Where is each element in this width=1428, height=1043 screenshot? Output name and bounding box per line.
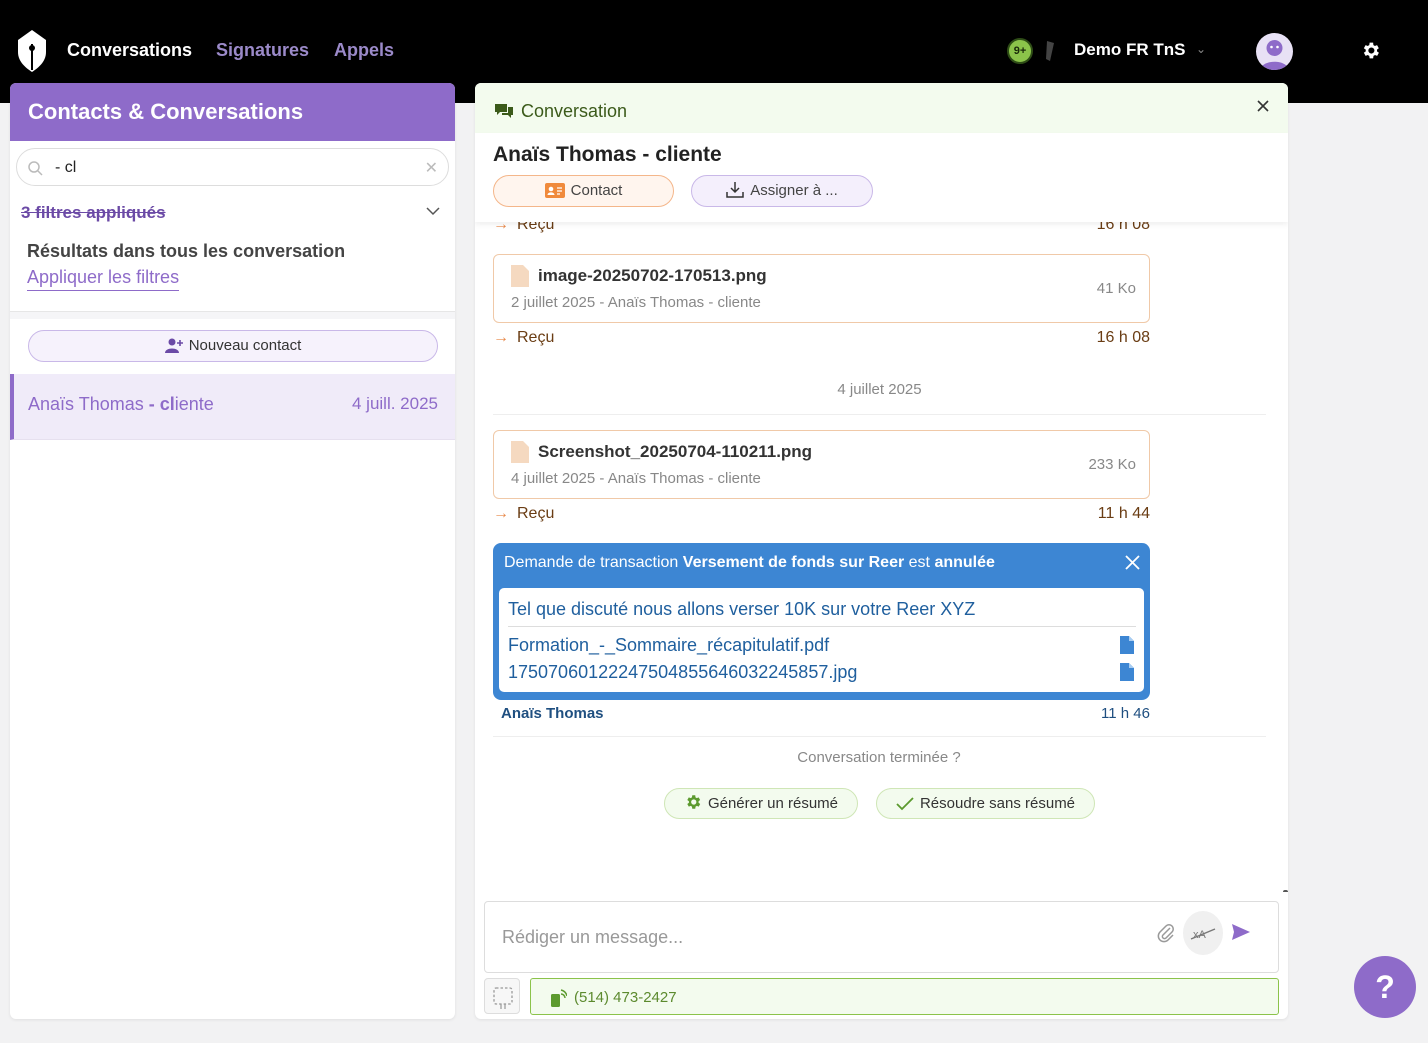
file-name[interactable]: image-20250702-170513.png bbox=[538, 266, 767, 286]
search-icon bbox=[28, 161, 43, 176]
transaction-title: Demande de transaction Versement de fond… bbox=[504, 554, 995, 571]
send-icon[interactable] bbox=[1231, 922, 1251, 942]
file-size: 41 Ko bbox=[1096, 280, 1136, 297]
conversation-subheader: Anaïs Thomas - cliente Contact Assigner … bbox=[475, 133, 1288, 222]
checkmark-icon bbox=[896, 797, 914, 811]
transaction-file-link[interactable]: 17507060122247504855646032245857.jpg bbox=[508, 662, 857, 683]
transaction-time: 11 h 46 bbox=[1101, 705, 1150, 722]
divider bbox=[493, 736, 1266, 737]
contact-search[interactable]: ✕ bbox=[16, 148, 449, 186]
file-icon[interactable] bbox=[1120, 636, 1134, 654]
arrow-right-icon: → bbox=[493, 329, 509, 346]
transaction-file-link[interactable]: Formation_-_Sommaire_récapitulatif.pdf bbox=[508, 635, 829, 656]
id-card-icon bbox=[544, 183, 565, 198]
assign-button-label: Assigner à ... bbox=[750, 182, 838, 199]
conversation-ended-question: Conversation terminée ? bbox=[797, 749, 961, 766]
account-name[interactable]: Demo FR TnS bbox=[1074, 40, 1185, 60]
message-composer[interactable]: xA bbox=[484, 901, 1279, 973]
message-status-row: → Reçu 16 h 08 bbox=[493, 222, 1150, 234]
file-icon bbox=[511, 441, 529, 463]
paperclip-icon[interactable] bbox=[1157, 923, 1175, 943]
transaction-card: Demande de transaction Versement de fond… bbox=[493, 543, 1150, 700]
file-name[interactable]: Screenshot_20250704-110211.png bbox=[538, 442, 812, 462]
chevron-down-icon[interactable] bbox=[425, 204, 441, 218]
message-status-row: → Reçu 16 h 08 bbox=[493, 329, 1150, 346]
generate-summary-button[interactable]: Générer un résumé bbox=[664, 788, 858, 819]
new-contact-button[interactable]: Nouveau contact bbox=[28, 330, 438, 362]
file-attachment-card[interactable]: image-20250702-170513.png 2 juillet 2025… bbox=[493, 254, 1150, 323]
gear-icon bbox=[687, 795, 701, 809]
resolve-without-summary-button[interactable]: Résoudre sans résumé bbox=[876, 788, 1095, 819]
help-button[interactable]: ? bbox=[1354, 956, 1416, 1018]
search-input[interactable] bbox=[55, 157, 415, 179]
file-meta: 2 juillet 2025 - Anaïs Thomas - cliente bbox=[511, 294, 761, 311]
message-status-row: → Reçu 11 h 44 bbox=[493, 505, 1150, 522]
contacts-panel: Contacts & Conversations ✕ 3 filtres app… bbox=[10, 83, 455, 1019]
user-avatar[interactable] bbox=[1256, 33, 1293, 70]
clear-search-icon[interactable]: ✕ bbox=[425, 158, 438, 178]
text-style-icon: xA bbox=[1190, 928, 1216, 941]
contact-date: 4 juill. 2025 bbox=[351, 394, 438, 413]
settings-gear-icon[interactable] bbox=[1360, 40, 1381, 61]
apply-filters-link[interactable]: Appliquer les filtres bbox=[27, 267, 180, 291]
message-input[interactable] bbox=[502, 927, 1122, 948]
app-logo-icon[interactable] bbox=[16, 30, 48, 72]
nav-signatures[interactable]: Signatures bbox=[216, 40, 309, 61]
selection-icon[interactable] bbox=[484, 978, 520, 1014]
file-attachment-card[interactable]: Screenshot_20250704-110211.png 4 juillet… bbox=[493, 430, 1150, 499]
add-user-icon bbox=[164, 338, 183, 353]
conversation-header: Conversation bbox=[475, 83, 1288, 133]
generate-summary-label: Générer un résumé bbox=[707, 795, 839, 812]
contact-button[interactable]: Contact bbox=[493, 175, 674, 207]
status-flag-icon bbox=[1046, 41, 1054, 61]
contact-name: Anaïs Thomas - cliente bbox=[28, 394, 214, 414]
conversation-title: Conversation bbox=[521, 101, 628, 121]
chevron-down-icon[interactable]: ⌄ bbox=[1196, 42, 1206, 56]
divider bbox=[10, 311, 455, 319]
person-name: Anaïs Thomas - cliente bbox=[493, 143, 722, 166]
scrollbar[interactable] bbox=[1283, 890, 1288, 892]
ai-rewrite-button[interactable]: xA bbox=[1183, 911, 1223, 955]
file-icon[interactable] bbox=[1120, 663, 1134, 681]
arrow-right-icon: → bbox=[493, 505, 509, 522]
divider bbox=[493, 414, 1266, 415]
divider bbox=[508, 626, 1136, 627]
applied-filters-toggle[interactable]: 3 filtres appliqués bbox=[21, 203, 166, 223]
resolve-label: Résoudre sans résumé bbox=[919, 795, 1076, 812]
arrow-right-icon: → bbox=[493, 222, 509, 233]
chat-bubbles-icon bbox=[495, 104, 513, 118]
nav-conversations[interactable]: Conversations bbox=[67, 40, 192, 61]
transaction-message: Tel que discuté nous allons verser 10K s… bbox=[508, 599, 976, 619]
date-separator: 4 juillet 2025 bbox=[837, 381, 922, 398]
notifications-badge[interactable]: 9+ bbox=[1007, 38, 1033, 64]
assign-button[interactable]: Assigner à ... bbox=[691, 175, 873, 207]
new-contact-label: Nouveau contact bbox=[188, 337, 302, 354]
contacts-panel-title: Contacts & Conversations bbox=[10, 83, 455, 141]
transaction-body: Tel que discuté nous allons verser 10K s… bbox=[499, 588, 1144, 692]
file-size: 233 Ko bbox=[1088, 456, 1136, 473]
phone-channel-field[interactable]: (514) 473-2427 bbox=[530, 978, 1279, 1015]
transaction-author: Anaïs Thomas bbox=[501, 705, 604, 722]
conversation-panel: Conversation Anaïs Thomas - cliente Cont… bbox=[475, 83, 1288, 1019]
close-icon[interactable] bbox=[1125, 555, 1140, 570]
phone-number: (514) 473-2427 bbox=[574, 989, 677, 1006]
download-icon bbox=[726, 182, 744, 198]
message-thread[interactable]: → Reçu 16 h 08 image-20250702-170513.png … bbox=[475, 222, 1288, 892]
results-title: Résultats dans tous les conversation bbox=[27, 241, 346, 261]
close-icon[interactable] bbox=[1254, 97, 1272, 115]
file-meta: 4 juillet 2025 - Anaïs Thomas - cliente bbox=[511, 470, 761, 487]
contact-list-item[interactable]: Anaïs Thomas - cliente 4 juill. 2025 bbox=[10, 374, 455, 440]
file-icon bbox=[511, 265, 529, 287]
mobile-phone-icon bbox=[551, 989, 567, 1007]
nav-appels[interactable]: Appels bbox=[334, 40, 394, 61]
contact-button-label: Contact bbox=[570, 182, 623, 199]
